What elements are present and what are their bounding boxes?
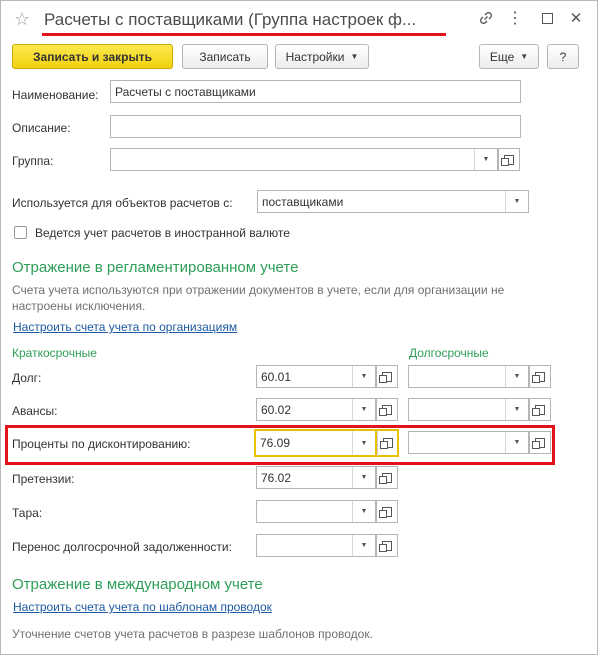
open-icon [532,437,545,449]
debt-short-field[interactable]: 60.01 ▼ [256,365,376,388]
save-and-close-button[interactable]: Записать и закрыть [12,44,173,69]
debt-transfer-short-field[interactable]: ▼ [256,534,376,557]
containers-short-open-button[interactable] [376,500,398,523]
open-icon [532,404,545,416]
dropdown-arrow-icon[interactable]: ▼ [352,366,375,387]
title-highlight-underline [42,33,446,36]
star-icon[interactable]: ☆ [14,9,30,30]
advances-long-field[interactable]: ▼ [408,398,529,421]
window-title: Расчеты с поставщиками (Группа настроек … [44,10,417,29]
name-label: Наименование: [12,88,99,102]
open-group-button[interactable] [498,148,520,171]
advances-short-field[interactable]: 60.02 ▼ [256,398,376,421]
dropdown-arrow-icon[interactable]: ▼ [505,366,528,387]
open-icon [379,540,392,552]
description-field[interactable] [110,115,521,138]
settings-label: Настройки [285,49,345,64]
discount-interest-long-open-button[interactable] [529,431,551,454]
settings-button[interactable]: Настройки ▼ [275,44,369,69]
dropdown-arrow-icon[interactable]: ▼ [352,467,375,488]
save-button[interactable]: Записать [182,44,268,69]
help-button[interactable]: ? [547,44,579,69]
dropdown-arrow-icon[interactable]: ▼ [352,431,375,455]
dropdown-arrow-icon[interactable]: ▼ [352,399,375,420]
dropdown-arrow-icon[interactable]: ▼ [505,191,528,212]
advances-short-open-button[interactable] [376,398,398,421]
more-dots-icon[interactable]: ⋮ [505,8,525,28]
debt-short-open-button[interactable] [376,365,398,388]
maximize-icon[interactable] [537,8,557,28]
open-icon [532,371,545,383]
claims-short-value: 76.02 [261,470,292,485]
used-for-value: поставщиками [262,194,344,209]
name-field[interactable]: Расчеты с поставщиками [110,80,521,103]
currency-checkbox[interactable] [14,226,27,239]
save-label: Записать [199,49,251,64]
description-label: Описание: [12,121,71,135]
row-label-advances: Авансы: [12,404,58,418]
more-label: Еще [489,49,515,64]
row-label-discount-interest: Проценты по дисконтированию: [12,437,191,451]
row-label-debt-transfer: Перенос долгосрочной задолженности: [12,540,232,554]
debt-transfer-short-open-button[interactable] [376,534,398,557]
reg-settings-link[interactable]: Настроить счета учета по организациям [13,320,237,334]
advances-long-open-button[interactable] [529,398,551,421]
intl-section-note: Уточнение счетов учета расчетов в разрез… [12,627,373,641]
row-label-containers: Тара: [12,506,43,520]
help-label: ? [559,49,567,64]
save-and-close-label: Записать и закрыть [33,49,152,64]
containers-short-field[interactable]: ▼ [256,500,376,523]
row-label-debt: Долг: [12,371,42,385]
name-value: Расчеты с поставщиками [115,84,256,99]
dropdown-arrow-icon[interactable]: ▼ [505,432,528,453]
short-term-header: Краткосрочные [12,346,97,360]
link-icon[interactable] [476,8,496,28]
used-for-label: Используется для объектов расчетов с: [12,196,233,210]
open-icon [379,438,393,449]
dropdown-arrow-icon[interactable]: ▼ [505,399,528,420]
discount-interest-short-field[interactable]: 76.09 ▼ [254,429,377,457]
chevron-down-icon: ▼ [520,52,529,61]
open-icon [379,404,392,416]
close-icon[interactable]: ✕ [566,8,586,28]
group-label: Группа: [12,154,54,168]
long-term-header: Долгосрочные [409,346,489,360]
discount-interest-long-field[interactable]: ▼ [408,431,529,454]
intl-section-title: Отражение в международном учете [12,576,263,593]
more-button[interactable]: Еще ▼ [479,44,539,69]
open-icon [501,154,514,166]
chevron-down-icon: ▼ [350,52,359,61]
advances-short-value: 60.02 [261,402,292,417]
dropdown-arrow-icon[interactable]: ▼ [352,501,375,522]
currency-checkbox-label[interactable]: Ведется учет расчетов в иностранной валю… [35,226,290,240]
used-for-select[interactable]: поставщиками ▼ [257,190,529,213]
open-icon [379,506,392,518]
group-field[interactable]: ▼ [110,148,498,171]
debt-long-field[interactable]: ▼ [408,365,529,388]
debt-short-value: 60.01 [261,369,292,384]
claims-short-field[interactable]: 76.02 ▼ [256,466,376,489]
discount-interest-short-open-button[interactable] [377,429,399,457]
open-icon [379,371,392,383]
reg-section-note: Счета учета используются при отражении д… [12,283,505,313]
dropdown-arrow-icon[interactable]: ▼ [474,149,497,170]
row-label-claims: Претензии: [12,472,75,486]
reg-section-title: Отражение в регламентированном учете [12,259,299,276]
discount-interest-short-value: 76.09 [260,436,291,450]
dropdown-arrow-icon[interactable]: ▼ [352,535,375,556]
intl-settings-link[interactable]: Настроить счета учета по шаблонам провод… [13,600,272,614]
debt-long-open-button[interactable] [529,365,551,388]
open-icon [379,472,392,484]
claims-short-open-button[interactable] [376,466,398,489]
